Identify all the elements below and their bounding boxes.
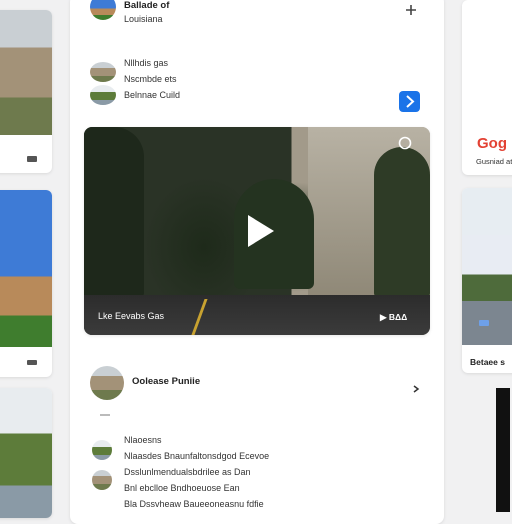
- thumbnail-avatar[interactable]: [90, 62, 116, 82]
- right-subtitle: Gusniad at: [476, 157, 512, 166]
- menu-icon[interactable]: [27, 360, 37, 365]
- place-avatar[interactable]: [90, 366, 124, 400]
- tree-photo: [0, 388, 52, 518]
- right-card-2[interactable]: Betaee s: [462, 188, 512, 373]
- post-line: Nllhdis gas: [124, 58, 169, 68]
- feed-panel: Ballade of Louisiana Nllhdis gas Nscmbde…: [70, 0, 444, 524]
- post-avatar[interactable]: [90, 0, 116, 20]
- play-icon[interactable]: [244, 213, 276, 249]
- comment-text: Dsslunlmendualsbdrilee as Dan: [124, 467, 251, 477]
- thumbnail-avatar[interactable]: [90, 85, 116, 105]
- place-title[interactable]: Oolease Puniie: [132, 376, 200, 388]
- commenter-avatar[interactable]: [92, 470, 112, 490]
- tree-shape: [84, 127, 144, 297]
- campus-photo: [0, 190, 52, 347]
- post-line[interactable]: Belnnae Cuild: [124, 90, 180, 101]
- google-logo: Gog: [477, 135, 507, 152]
- post-title[interactable]: Ballade of: [124, 0, 169, 12]
- right-card-1[interactable]: Gog Gusniad at: [462, 0, 512, 175]
- left-card-3[interactable]: [0, 388, 52, 518]
- badge-icon: [479, 320, 489, 326]
- video-player[interactable]: Lke Eevabs Gas ▶ ΒΔΔ: [84, 127, 430, 335]
- info-icon[interactable]: [398, 136, 412, 150]
- tree-shape: [374, 147, 430, 297]
- arrow-right-icon[interactable]: [399, 91, 420, 112]
- left-card-2[interactable]: [0, 190, 52, 377]
- right-caption: Betaee s: [470, 357, 505, 367]
- scrollbar-thumb[interactable]: [496, 388, 510, 512]
- video-badge[interactable]: ▶ ΒΔΔ: [380, 311, 407, 323]
- chevron-right-icon[interactable]: [412, 380, 420, 393]
- post-subtitle: Louisiana: [124, 14, 163, 24]
- post-line: Nscmbde ets: [124, 74, 177, 84]
- comments-header: Nlaoesns: [124, 435, 162, 445]
- comment-text: Bnl ebclloe Bndhoeuose Ean: [124, 483, 240, 493]
- comment-text: Bla Dssvheaw Baueeoneasnu fdfie: [124, 499, 264, 509]
- add-icon[interactable]: [406, 2, 416, 15]
- left-card-1[interactable]: [0, 10, 52, 173]
- building-photo: [0, 10, 52, 135]
- menu-icon[interactable]: [27, 156, 37, 162]
- video-caption: Lke Eevabs Gas: [98, 311, 165, 321]
- comment-text: Nlaasdes Bnaunfaltonsdgod Ecevoe: [124, 451, 270, 461]
- commenter-avatar[interactable]: [92, 440, 112, 460]
- separator-dot: [100, 414, 110, 416]
